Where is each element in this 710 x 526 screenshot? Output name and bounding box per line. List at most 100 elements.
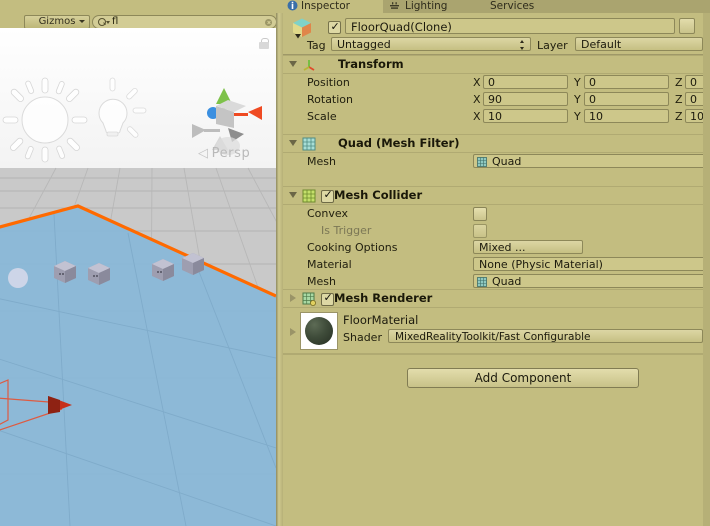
shader-dropdown[interactable]: MixedRealityToolkit/Fast Configurable <box>388 329 703 343</box>
foldout-open-icon[interactable] <box>289 140 297 146</box>
perspective-label: ◁ Persp <box>198 146 250 161</box>
gameobject-cube-icon <box>293 18 311 39</box>
gameobject-name-input[interactable]: FloorQuad(Clone) <box>345 18 675 34</box>
mesh-filter-mesh-value: Quad <box>492 155 522 168</box>
is-trigger-checkbox[interactable] <box>473 224 487 238</box>
mesh-collider-mesh-label: Mesh <box>307 275 336 288</box>
inspector-scrollbar[interactable] <box>703 13 710 526</box>
component-mesh-filter-title: Quad (Mesh Filter) <box>338 136 460 150</box>
scale-y-label: Y <box>574 110 581 123</box>
position-x-label: X <box>473 76 481 89</box>
mesh-collider-mesh-row: Mesh Quad <box>283 273 710 290</box>
rotation-x-input[interactable]: 90 <box>483 92 568 106</box>
mesh-collider-enabled-checkbox[interactable]: ✓ <box>321 188 334 203</box>
convex-checkbox[interactable] <box>473 207 487 221</box>
mesh-filter-mesh-field[interactable]: Quad <box>473 154 710 168</box>
tab-inspector[interactable]: Inspector <box>283 0 383 13</box>
foldout-closed-icon[interactable] <box>290 294 296 302</box>
scale-label: Scale <box>307 110 337 123</box>
component-mesh-collider: ✓ Mesh Collider Convex Is Trigger Cookin… <box>283 186 710 290</box>
mesh-filter-icon <box>302 137 316 151</box>
clear-search-icon[interactable] <box>265 18 272 26</box>
position-y-input[interactable]: 0 <box>584 75 669 89</box>
transform-axis-icon <box>303 60 315 71</box>
component-transform-header[interactable]: Transform <box>283 55 710 74</box>
shader-label: Shader <box>343 331 382 344</box>
perspective-arrow-icon: ◁ <box>198 146 209 161</box>
component-mesh-renderer-header[interactable]: ✓ Mesh Renderer <box>283 289 710 308</box>
layer-value: Default <box>581 38 622 51</box>
rotation-x-label: X <box>473 93 481 106</box>
gameobject-enabled-checkbox[interactable]: ✓ <box>328 21 341 34</box>
foldout-open-icon[interactable] <box>289 61 297 67</box>
component-transform-title: Transform <box>338 57 404 71</box>
inspector-panel: Inspector Lighting Services ✓ FloorQuad(… <box>283 0 710 526</box>
section-divider <box>283 353 710 355</box>
position-z-label: Z <box>675 76 683 89</box>
gizmos-dropdown-button[interactable]: Gizmos <box>24 15 90 29</box>
scene-view-panel: Gizmos fl ◁ Persp <box>0 0 283 526</box>
component-mesh-renderer: ✓ Mesh Renderer <box>283 289 710 308</box>
mesh-filter-mesh-label: Mesh <box>307 155 336 168</box>
material-preview-block: FloorMaterial Shader MixedRealityToolkit… <box>283 307 710 353</box>
scale-x-input[interactable]: 10 <box>483 109 568 123</box>
rotation-y-label: Y <box>574 93 581 106</box>
mesh-collider-is-trigger-row: Is Trigger <box>283 222 710 239</box>
mesh-collider-material-row: Material None (Physic Material) <box>283 256 710 273</box>
material-foldout-closed-icon[interactable] <box>290 328 296 336</box>
material-name: FloorMaterial <box>343 313 419 327</box>
scale-z-label: Z <box>675 110 683 123</box>
mesh-collider-mesh-field[interactable]: Quad <box>473 274 710 288</box>
lighting-icon <box>390 2 399 9</box>
static-checkbox[interactable] <box>679 18 695 34</box>
layer-dropdown[interactable]: Default <box>575 37 703 51</box>
tab-services-label: Services <box>490 0 535 12</box>
directional-light-sun-icon <box>2 77 88 163</box>
tab-lighting[interactable]: Lighting <box>383 0 476 13</box>
tag-dropdown[interactable]: Untagged <box>331 37 531 51</box>
tag-value: Untagged <box>337 38 391 51</box>
checkmark-icon: ✓ <box>323 291 333 304</box>
search-filter-chevron-icon <box>106 21 110 24</box>
material-sphere-icon <box>305 317 333 345</box>
add-component-button[interactable]: Add Component <box>407 368 639 388</box>
component-mesh-filter-header[interactable]: Quad (Mesh Filter) <box>283 134 710 153</box>
foldout-open-icon[interactable] <box>289 192 297 198</box>
scene-search-value: fl <box>112 16 119 27</box>
cooking-options-dropdown[interactable]: Mixed ... <box>473 240 583 254</box>
mesh-renderer-enabled-checkbox[interactable]: ✓ <box>321 291 334 306</box>
scale-x-label: X <box>473 110 481 123</box>
position-label: Position <box>307 76 350 89</box>
inspector-icon <box>287 0 298 11</box>
scene-viewport[interactable]: ◁ Persp <box>0 28 276 526</box>
gameobject-header: ✓ FloorQuad(Clone) Tag Untagged Layer De… <box>283 13 703 55</box>
scene-search-input[interactable]: fl <box>92 15 277 29</box>
mesh-collider-mesh-value: Quad <box>492 275 522 288</box>
physic-material-label: Material <box>307 258 352 271</box>
panel-divider[interactable] <box>276 13 283 526</box>
tab-lighting-label: Lighting <box>405 0 448 12</box>
tag-label: Tag <box>307 39 326 52</box>
mesh-collider-cooking-row: Cooking Options Mixed ... <box>283 239 710 256</box>
checkmark-icon: ✓ <box>330 20 340 33</box>
tab-services[interactable]: Services <box>476 0 556 13</box>
lock-icon[interactable] <box>259 38 269 49</box>
mesh-filter-mesh-row: Mesh Quad <box>283 153 710 170</box>
component-mesh-filter: Quad (Mesh Filter) Mesh Quad <box>283 134 710 170</box>
checkmark-icon: ✓ <box>323 188 333 201</box>
rotation-y-input[interactable]: 0 <box>584 92 669 106</box>
physic-material-field[interactable]: None (Physic Material) <box>473 257 710 271</box>
inspector-body: ✓ FloorQuad(Clone) Tag Untagged Layer De… <box>283 13 710 526</box>
scale-y-input[interactable]: 10 <box>584 109 669 123</box>
gizmos-label: Gizmos <box>38 16 76 27</box>
component-mesh-collider-header[interactable]: ✓ Mesh Collider <box>283 186 710 205</box>
tab-inspector-label: Inspector <box>301 0 350 12</box>
perspective-text: Persp <box>211 146 251 161</box>
component-mesh-renderer-title: Mesh Renderer <box>334 291 433 305</box>
component-mesh-collider-title: Mesh Collider <box>334 188 423 202</box>
material-sphere-preview[interactable] <box>300 312 338 350</box>
position-x-input[interactable]: 0 <box>483 75 568 89</box>
rotation-label: Rotation <box>307 93 354 106</box>
mesh-asset-icon <box>477 157 487 167</box>
mesh-asset-icon <box>477 277 487 287</box>
